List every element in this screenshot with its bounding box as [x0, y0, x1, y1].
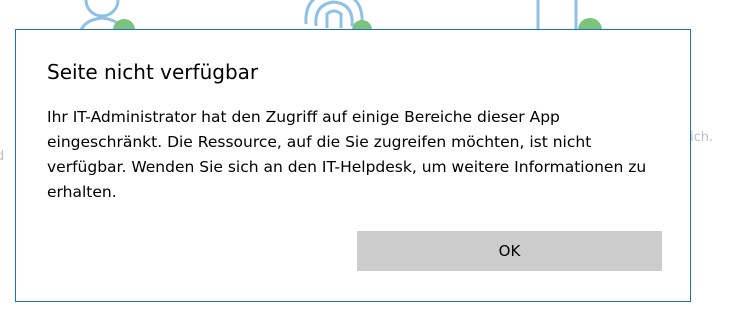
dialog-message: Ihr IT-Administrator hat den Zugriff auf…	[47, 108, 647, 201]
content-dialog: Seite nicht verfügbar Ihr IT-Administrat…	[15, 29, 691, 302]
app-window: d ich. Seite nicht verfügbar Ihr IT-Admi…	[0, 0, 732, 335]
ok-button[interactable]: OK	[357, 231, 662, 271]
background-text: ich.	[690, 130, 714, 145]
dialog-title: Seite nicht verfügbar	[47, 60, 259, 84]
background-text: d	[0, 149, 5, 164]
